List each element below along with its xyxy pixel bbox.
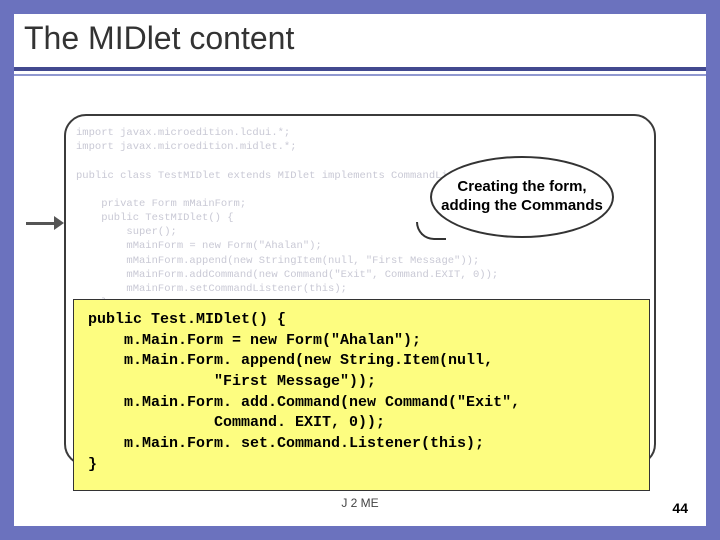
footer-text: J 2 ME bbox=[14, 496, 706, 510]
callout-text: Creating the form, adding the Commands bbox=[432, 178, 612, 216]
page-number: 44 bbox=[672, 500, 688, 516]
callout-bubble: Creating the form, adding the Commands bbox=[430, 156, 614, 238]
slide-canvas: The MIDlet content import javax.microedi… bbox=[14, 14, 706, 526]
highlighted-code: public Test.MIDlet() { m.Main.Form = new… bbox=[73, 299, 650, 491]
arrow-icon bbox=[26, 214, 66, 232]
slide-title: The MIDlet content bbox=[14, 14, 706, 67]
divider-thin bbox=[14, 74, 706, 76]
footer: J 2 ME 44 bbox=[14, 496, 706, 516]
divider-thick bbox=[14, 67, 706, 71]
